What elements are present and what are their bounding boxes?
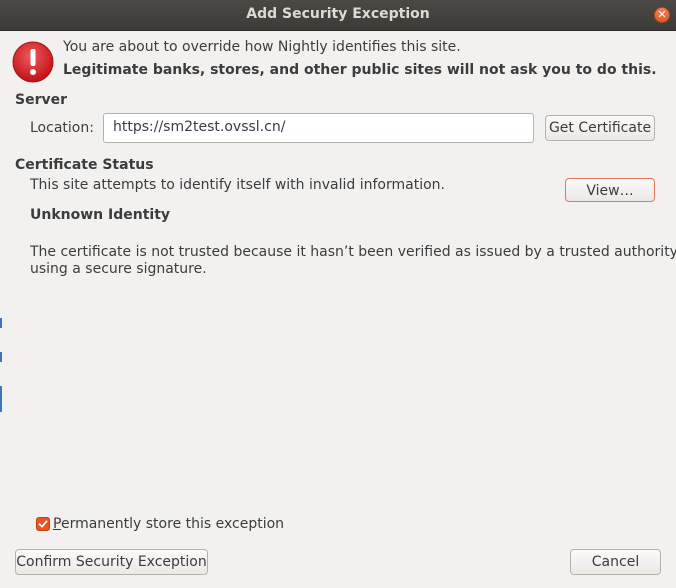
permanent-checkbox[interactable] bbox=[36, 517, 50, 531]
unknown-identity-heading: Unknown Identity bbox=[30, 207, 171, 223]
cancel-button[interactable]: Cancel bbox=[570, 549, 661, 575]
location-input[interactable]: https://sm2test.ovssl.cn/ bbox=[103, 113, 534, 143]
view-button[interactable]: View… bbox=[565, 178, 655, 202]
add-security-exception-dialog: Add Security Exception ✕ You are about t… bbox=[0, 0, 676, 588]
view-label: View… bbox=[586, 183, 634, 199]
location-label: Location: bbox=[30, 120, 94, 136]
server-heading: Server bbox=[15, 92, 68, 108]
certificate-detail-line2: using a secure signature. bbox=[30, 261, 207, 277]
close-icon[interactable]: ✕ bbox=[654, 7, 670, 23]
certificate-status-heading: Certificate Status bbox=[15, 157, 154, 173]
get-certificate-button[interactable]: Get Certificate bbox=[545, 115, 655, 141]
window-edge-mark bbox=[0, 352, 2, 362]
warning-emphasis: Legitimate banks, stores, and other publ… bbox=[63, 62, 657, 78]
warning-message: You are about to override how Nightly id… bbox=[63, 39, 461, 55]
confirm-security-exception-button[interactable]: Confirm Security Exception bbox=[15, 549, 208, 575]
confirm-label: Confirm Security Exception bbox=[16, 554, 207, 570]
warning-icon bbox=[12, 41, 54, 83]
cancel-label: Cancel bbox=[591, 554, 640, 570]
window-edge-mark bbox=[0, 386, 2, 412]
certificate-status-description: This site attempts to identify itself wi… bbox=[30, 177, 445, 193]
checkmark-icon bbox=[38, 520, 48, 528]
window-edge-mark bbox=[0, 318, 2, 328]
permanent-checkbox-label[interactable]: Permanently store this exception bbox=[53, 516, 284, 533]
certificate-detail-line1: The certificate is not trusted because i… bbox=[30, 244, 676, 260]
titlebar[interactable]: Add Security Exception ✕ bbox=[0, 0, 676, 31]
window-title: Add Security Exception bbox=[246, 6, 430, 22]
get-certificate-label: Get Certificate bbox=[548, 120, 652, 136]
